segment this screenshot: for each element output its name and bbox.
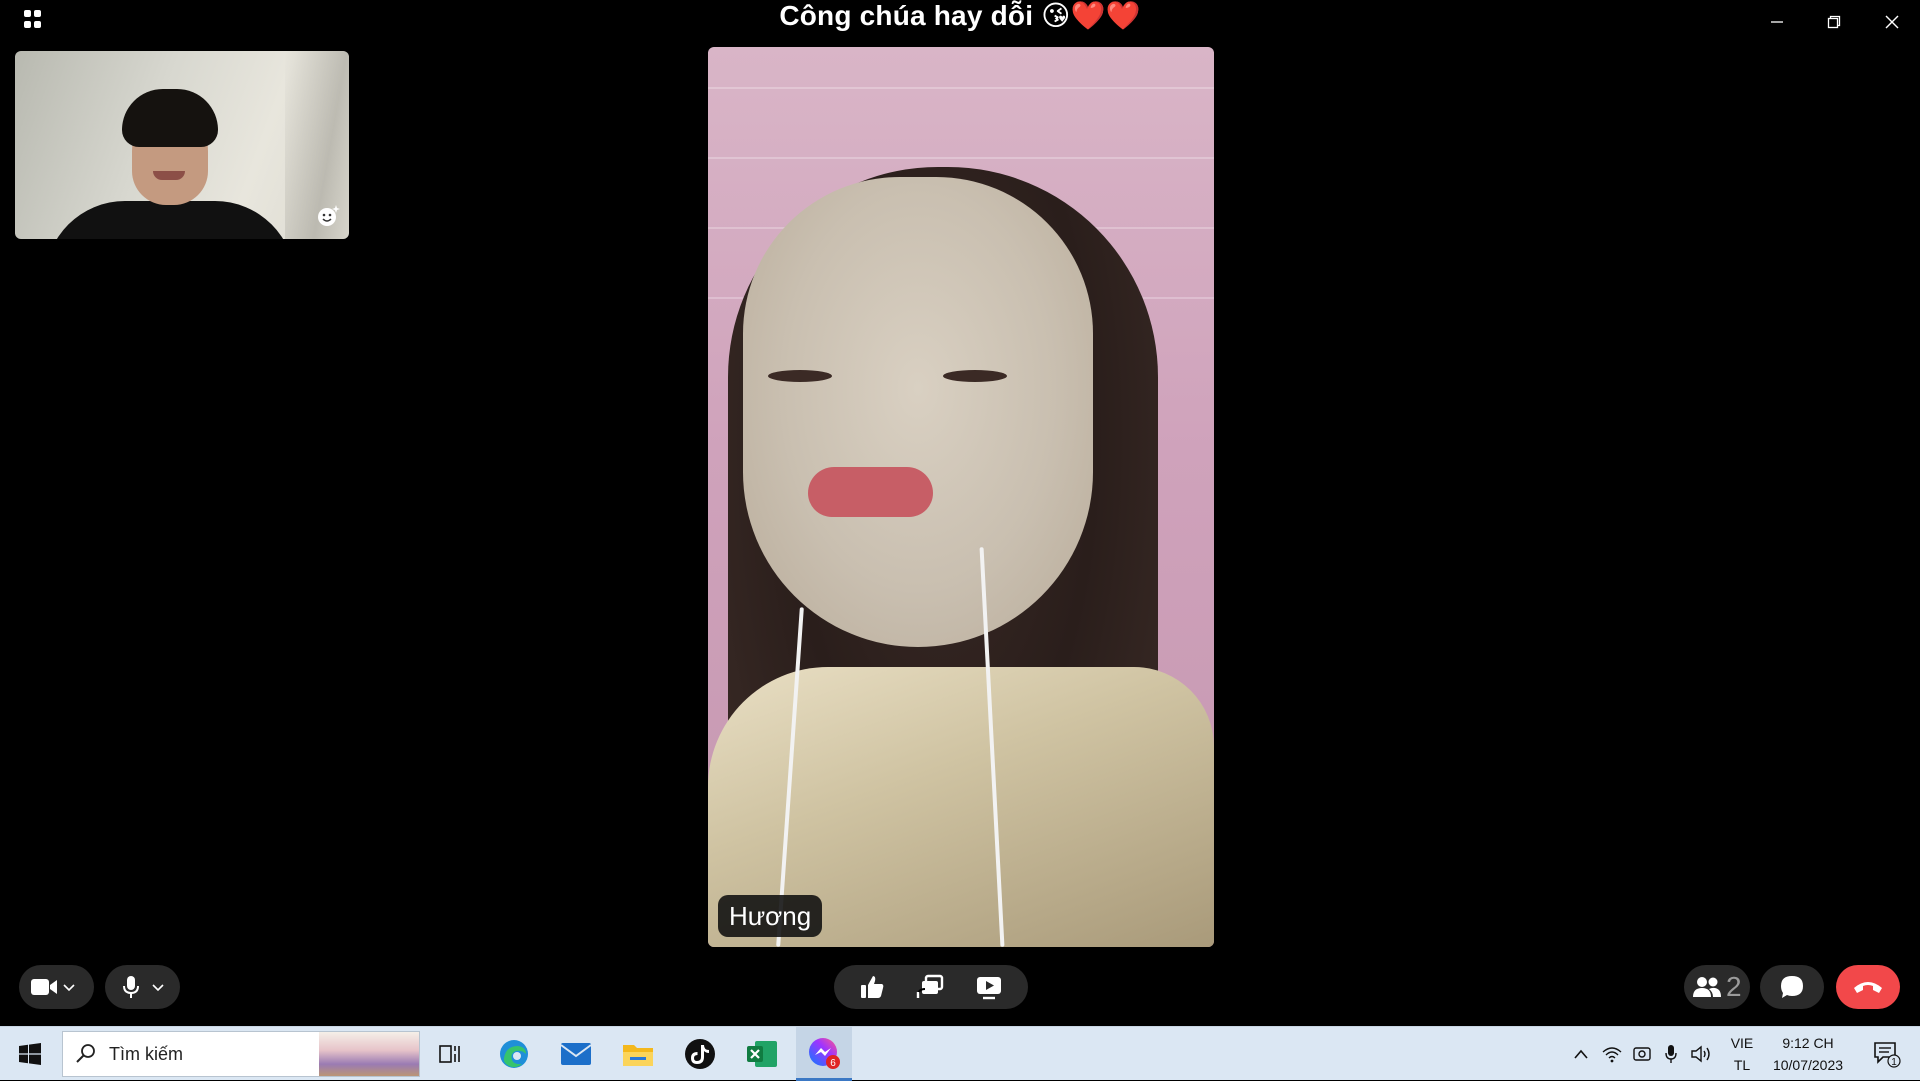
taskbar-task-view[interactable] xyxy=(422,1027,478,1081)
watch-together-button[interactable] xyxy=(975,974,1003,1000)
microphone-options-dropdown[interactable] xyxy=(151,980,165,994)
clock-time: 9:12 CH xyxy=(1782,1035,1834,1051)
self-video-tile[interactable] xyxy=(15,51,349,239)
taskbar-excel[interactable] xyxy=(734,1027,790,1081)
microphone-toggle-button[interactable] xyxy=(121,975,141,999)
center-controls xyxy=(834,965,1028,1009)
reaction-button[interactable] xyxy=(859,974,885,1000)
restore-button[interactable] xyxy=(1810,6,1858,38)
folder-icon xyxy=(623,1045,653,1066)
camera-control[interactable] xyxy=(19,965,94,1009)
volume-control[interactable] xyxy=(1688,1027,1716,1081)
chevron-up-icon xyxy=(1574,1049,1588,1059)
taskbar-mail[interactable] xyxy=(548,1027,604,1081)
tray-microphone-icon xyxy=(1665,1045,1677,1063)
network-status[interactable] xyxy=(1598,1027,1626,1081)
microphone-in-use-indicator[interactable] xyxy=(1658,1027,1684,1081)
camera-toggle-button[interactable] xyxy=(30,977,58,997)
participants-count: 2 xyxy=(1726,971,1742,1002)
share-screen-button[interactable] xyxy=(916,974,944,1000)
end-call-button[interactable] xyxy=(1836,965,1900,1009)
camera-options-dropdown[interactable] xyxy=(62,980,76,994)
windows-logo-icon xyxy=(19,1043,41,1065)
speaker-icon xyxy=(1691,1045,1710,1063)
microphone-control[interactable] xyxy=(105,965,180,1009)
remote-person-eye xyxy=(943,370,1007,382)
notification-center-button[interactable]: 1 xyxy=(1862,1027,1912,1081)
hang-up-icon xyxy=(1854,982,1882,993)
taskbar: Tìm kiếm 6 VIE TL 9:12 CH 10/07/2023 1 xyxy=(0,1026,1920,1081)
video-camera-icon xyxy=(31,979,57,995)
effects-button[interactable] xyxy=(313,201,343,231)
microphone-icon xyxy=(123,976,139,998)
search-icon xyxy=(76,1044,95,1063)
taskbar-file-explorer[interactable] xyxy=(610,1027,666,1081)
remote-video-tile[interactable]: Hương xyxy=(708,47,1214,947)
messenger-badge: 6 xyxy=(830,1058,836,1069)
remote-person-eye xyxy=(768,370,832,382)
share-screen-icon xyxy=(916,974,944,998)
wifi-icon xyxy=(1602,1047,1622,1063)
clock-date: 10/07/2023 xyxy=(1772,1057,1844,1073)
keyboard-layout: TL xyxy=(1733,1057,1751,1073)
chevron-down-icon xyxy=(63,984,75,992)
camera-privacy-icon xyxy=(1633,1047,1651,1061)
close-button[interactable] xyxy=(1868,6,1916,38)
search-placeholder: Tìm kiếm xyxy=(109,1043,183,1064)
taskbar-edge[interactable] xyxy=(486,1027,542,1081)
play-screen-icon xyxy=(976,977,1001,1000)
mail-icon xyxy=(560,1043,592,1065)
self-video-person-body xyxy=(45,201,295,239)
chat-bubble-icon xyxy=(1781,976,1803,998)
self-video-person-hair xyxy=(122,89,218,147)
tiktok-icon xyxy=(685,1039,715,1069)
participant-name-tag: Hương xyxy=(718,895,823,937)
messenger-icon: 6 xyxy=(809,1037,840,1069)
minimize-icon xyxy=(1771,21,1783,23)
thumbs-up-icon xyxy=(861,976,884,998)
chat-button[interactable] xyxy=(1760,965,1824,1009)
self-video-person-mouth xyxy=(153,171,185,180)
video-call-window: Công chúa hay dỗi 😘❤️❤️ Hương 2 xyxy=(0,0,1920,1026)
wall-line xyxy=(708,87,1214,89)
taskbar-tiktok[interactable] xyxy=(672,1027,728,1081)
call-title: Công chúa hay dỗi 😘❤️❤️ xyxy=(779,0,1141,31)
remote-person-face xyxy=(743,177,1093,647)
camera-in-use-indicator[interactable] xyxy=(1628,1027,1656,1081)
excel-icon xyxy=(747,1041,777,1067)
show-hidden-icons-button[interactable] xyxy=(1568,1027,1594,1081)
restore-icon xyxy=(1827,15,1841,29)
close-icon xyxy=(1885,15,1899,29)
notification-icon: 1 xyxy=(1874,1042,1901,1068)
people-icon xyxy=(1692,975,1722,999)
start-button[interactable] xyxy=(0,1027,60,1081)
chevron-down-icon xyxy=(152,984,164,992)
clock[interactable]: 9:12 CH 10/07/2023 xyxy=(1766,1027,1850,1081)
edge-browser-icon xyxy=(500,1040,528,1068)
task-view-icon xyxy=(439,1045,460,1063)
language-code: VIE xyxy=(1730,1035,1754,1051)
notification-count: 1 xyxy=(1891,1057,1897,1068)
search-highlight-image xyxy=(319,1032,419,1076)
remote-person-lips xyxy=(808,467,933,517)
taskbar-search-box[interactable]: Tìm kiếm xyxy=(62,1031,420,1077)
wall-line xyxy=(708,157,1214,159)
input-language-indicator[interactable]: VIE TL xyxy=(1720,1027,1764,1081)
participants-button[interactable]: 2 xyxy=(1684,965,1750,1009)
taskbar-messenger[interactable]: 6 xyxy=(796,1027,852,1081)
minimize-button[interactable] xyxy=(1753,6,1801,38)
sticker-effects-icon xyxy=(318,205,340,226)
